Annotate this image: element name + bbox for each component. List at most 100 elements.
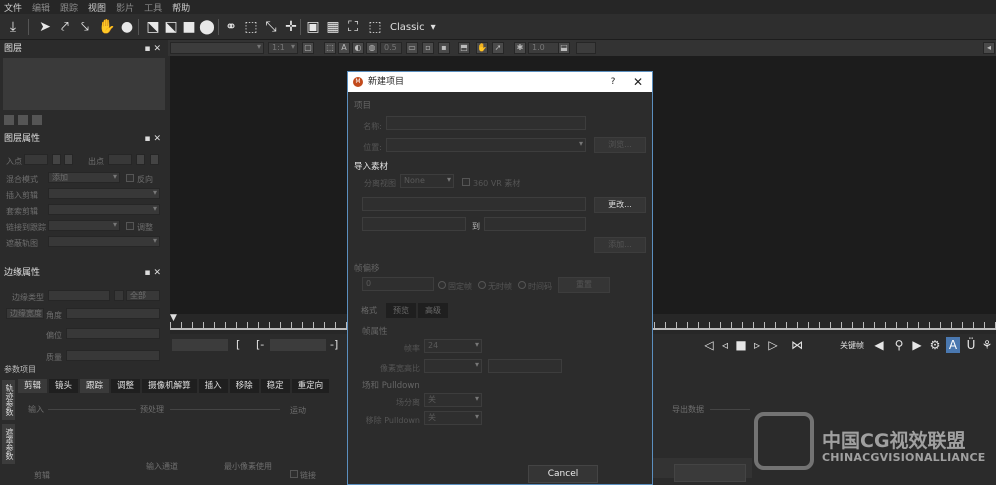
add-keyframe-icon[interactable]: ⚲ — [892, 337, 906, 353]
workspace-selector[interactable]: Classic ▾ — [390, 19, 436, 35]
delete-layer-icon[interactable] — [32, 115, 42, 125]
track-backward-icon[interactable]: ◁ — [702, 337, 716, 353]
range-end-input[interactable] — [484, 217, 586, 231]
prev-keyframe-icon[interactable]: ◀ — [872, 337, 886, 353]
name-input[interactable] — [386, 116, 586, 130]
cursor-icon[interactable]: ➚ — [492, 42, 504, 54]
panel-controls-icon[interactable]: ▪✕ — [144, 132, 164, 146]
add-button[interactable]: 添加... — [594, 237, 646, 253]
set-in-bracket[interactable]: [- — [256, 338, 264, 351]
frame-rate-dropdown[interactable]: 24 — [424, 339, 482, 353]
source-path-input[interactable] — [362, 197, 586, 211]
invert-checkbox[interactable] — [126, 174, 134, 182]
edge-type-button[interactable] — [114, 290, 124, 301]
opacity-field[interactable]: 0.5 — [380, 42, 402, 54]
alpha-icon[interactable]: A — [338, 42, 350, 54]
corner-frame-icon[interactable]: ⬚ — [366, 18, 384, 36]
link-icon[interactable]: ⚭ — [222, 18, 240, 36]
panel-controls-icon[interactable]: ▪✕ — [144, 42, 164, 56]
field-dropdown[interactable]: 关 — [424, 393, 482, 407]
edge-type-field[interactable] — [48, 290, 110, 301]
tab-matte-params[interactable]: 遮罩参数 — [2, 424, 15, 464]
new-layer-icon[interactable] — [4, 115, 14, 125]
circle-icon[interactable]: ⬤ — [198, 18, 216, 36]
tab-retarget[interactable]: 重定向 — [291, 379, 330, 393]
remove-pulldown-dropdown[interactable]: 关 — [424, 411, 482, 425]
pixel-aspect-input[interactable] — [488, 359, 562, 373]
in-point-button-2[interactable] — [64, 154, 73, 165]
help-button[interactable]: ? — [606, 72, 620, 92]
set-out-bracket[interactable]: -] — [330, 338, 338, 351]
cancel-button[interactable]: Cancel — [528, 465, 598, 483]
change-button[interactable]: 更改... — [594, 197, 646, 213]
browse-button[interactable]: 浏览... — [594, 137, 646, 153]
grid-icon[interactable]: ▦ — [324, 18, 342, 36]
frame-icon[interactable]: ▣ — [304, 18, 322, 36]
gear-icon[interactable]: ✱ — [514, 42, 526, 54]
start-marker[interactable]: [ — [236, 338, 240, 351]
auto-key-icon[interactable]: ⚙ — [928, 337, 942, 353]
hand-small-icon[interactable]: ✋ — [476, 42, 488, 54]
bowtie-icon[interactable]: ⋈ — [790, 337, 804, 353]
tab-track-params[interactable]: 轨迹参数 — [2, 380, 15, 420]
in-point-field[interactable] — [24, 154, 48, 165]
tab-stabilize[interactable]: 稳定 — [260, 379, 290, 393]
frame-offset-input[interactable]: 0 — [362, 277, 434, 291]
shear-icon[interactable]: ⬕ — [162, 18, 180, 36]
playhead-icon[interactable]: ▼ — [170, 314, 178, 323]
expand-icon[interactable]: ⛶ — [344, 18, 362, 36]
out-point-button[interactable] — [136, 154, 145, 165]
quality-field[interactable] — [66, 350, 160, 361]
blend-mode-dropdown[interactable]: 添加 — [48, 172, 120, 183]
duplicate-layer-icon[interactable] — [18, 115, 28, 125]
transform-icon[interactable]: ⬔ — [144, 18, 162, 36]
extra-field[interactable] — [576, 42, 596, 54]
collapse-icon[interactable]: ◂ — [983, 42, 995, 54]
fill-icon[interactable]: ■ — [180, 18, 198, 36]
split-view-dropdown[interactable]: None — [400, 174, 454, 188]
hand-icon[interactable]: ✋ — [98, 18, 116, 36]
pixel-aspect-dropdown[interactable] — [424, 359, 482, 373]
export-button[interactable] — [674, 464, 746, 482]
tab-format[interactable]: 格式 — [354, 303, 384, 318]
layer-select-dropdown[interactable] — [170, 42, 264, 54]
tab-track[interactable]: 跟踪 — [80, 379, 110, 393]
scale-icon[interactable]: ⤡ — [262, 18, 280, 36]
mask-icon[interactable]: ◐ — [352, 42, 364, 54]
display-icon[interactable]: ▭ — [406, 42, 418, 54]
matte-dropdown[interactable] — [48, 236, 160, 247]
tab-remove[interactable]: 移除 — [229, 379, 259, 393]
reset-button[interactable]: 重置 — [558, 277, 610, 293]
link-key-icon[interactable]: ⚘ — [980, 337, 994, 353]
range-start-input[interactable] — [362, 217, 466, 231]
dot-icon[interactable]: ● — [118, 18, 136, 36]
export-icon[interactable]: ⬓ — [558, 42, 570, 54]
menu-view[interactable]: 视图 — [88, 1, 106, 14]
display-alt-icon[interactable]: ▫ — [422, 42, 434, 54]
vr-checkbox[interactable] — [462, 178, 470, 186]
close-button[interactable]: ✕ — [630, 72, 646, 92]
shape-icon[interactable]: ◍ — [366, 42, 378, 54]
fixed-frame-radio[interactable] — [438, 281, 446, 289]
timecode-radio[interactable] — [518, 281, 526, 289]
link-checkbox[interactable] — [290, 470, 298, 478]
panel-controls-icon[interactable]: ▪✕ — [144, 266, 164, 280]
u-key-icon[interactable]: Ü — [964, 337, 978, 353]
split-icon[interactable]: ⬚ — [242, 18, 260, 36]
next-keyframe-icon[interactable]: ▶ — [910, 337, 924, 353]
import-icon[interactable]: ⤓ — [4, 18, 22, 36]
menu-movie[interactable]: 影片 — [116, 1, 134, 14]
lasso-clip-dropdown[interactable] — [48, 204, 160, 215]
offset-field[interactable] — [66, 328, 160, 339]
snap-icon[interactable]: ⬒ — [458, 42, 470, 54]
overlay-icon[interactable]: ▢ — [302, 42, 314, 54]
tab-adjust[interactable]: 调整 — [111, 379, 141, 393]
step-forward-icon[interactable]: ▹ — [750, 337, 764, 353]
edge-all-field[interactable]: 全部 — [126, 290, 160, 301]
select-icon[interactable]: ➤ — [36, 18, 54, 36]
remove-point-icon[interactable]: ⤥ — [76, 18, 94, 36]
tab-insert[interactable]: 插入 — [198, 379, 228, 393]
zoom-dropdown[interactable]: 1:1 — [268, 42, 298, 54]
angle-field[interactable] — [66, 308, 160, 319]
alpha-key-icon[interactable]: A — [946, 337, 960, 353]
